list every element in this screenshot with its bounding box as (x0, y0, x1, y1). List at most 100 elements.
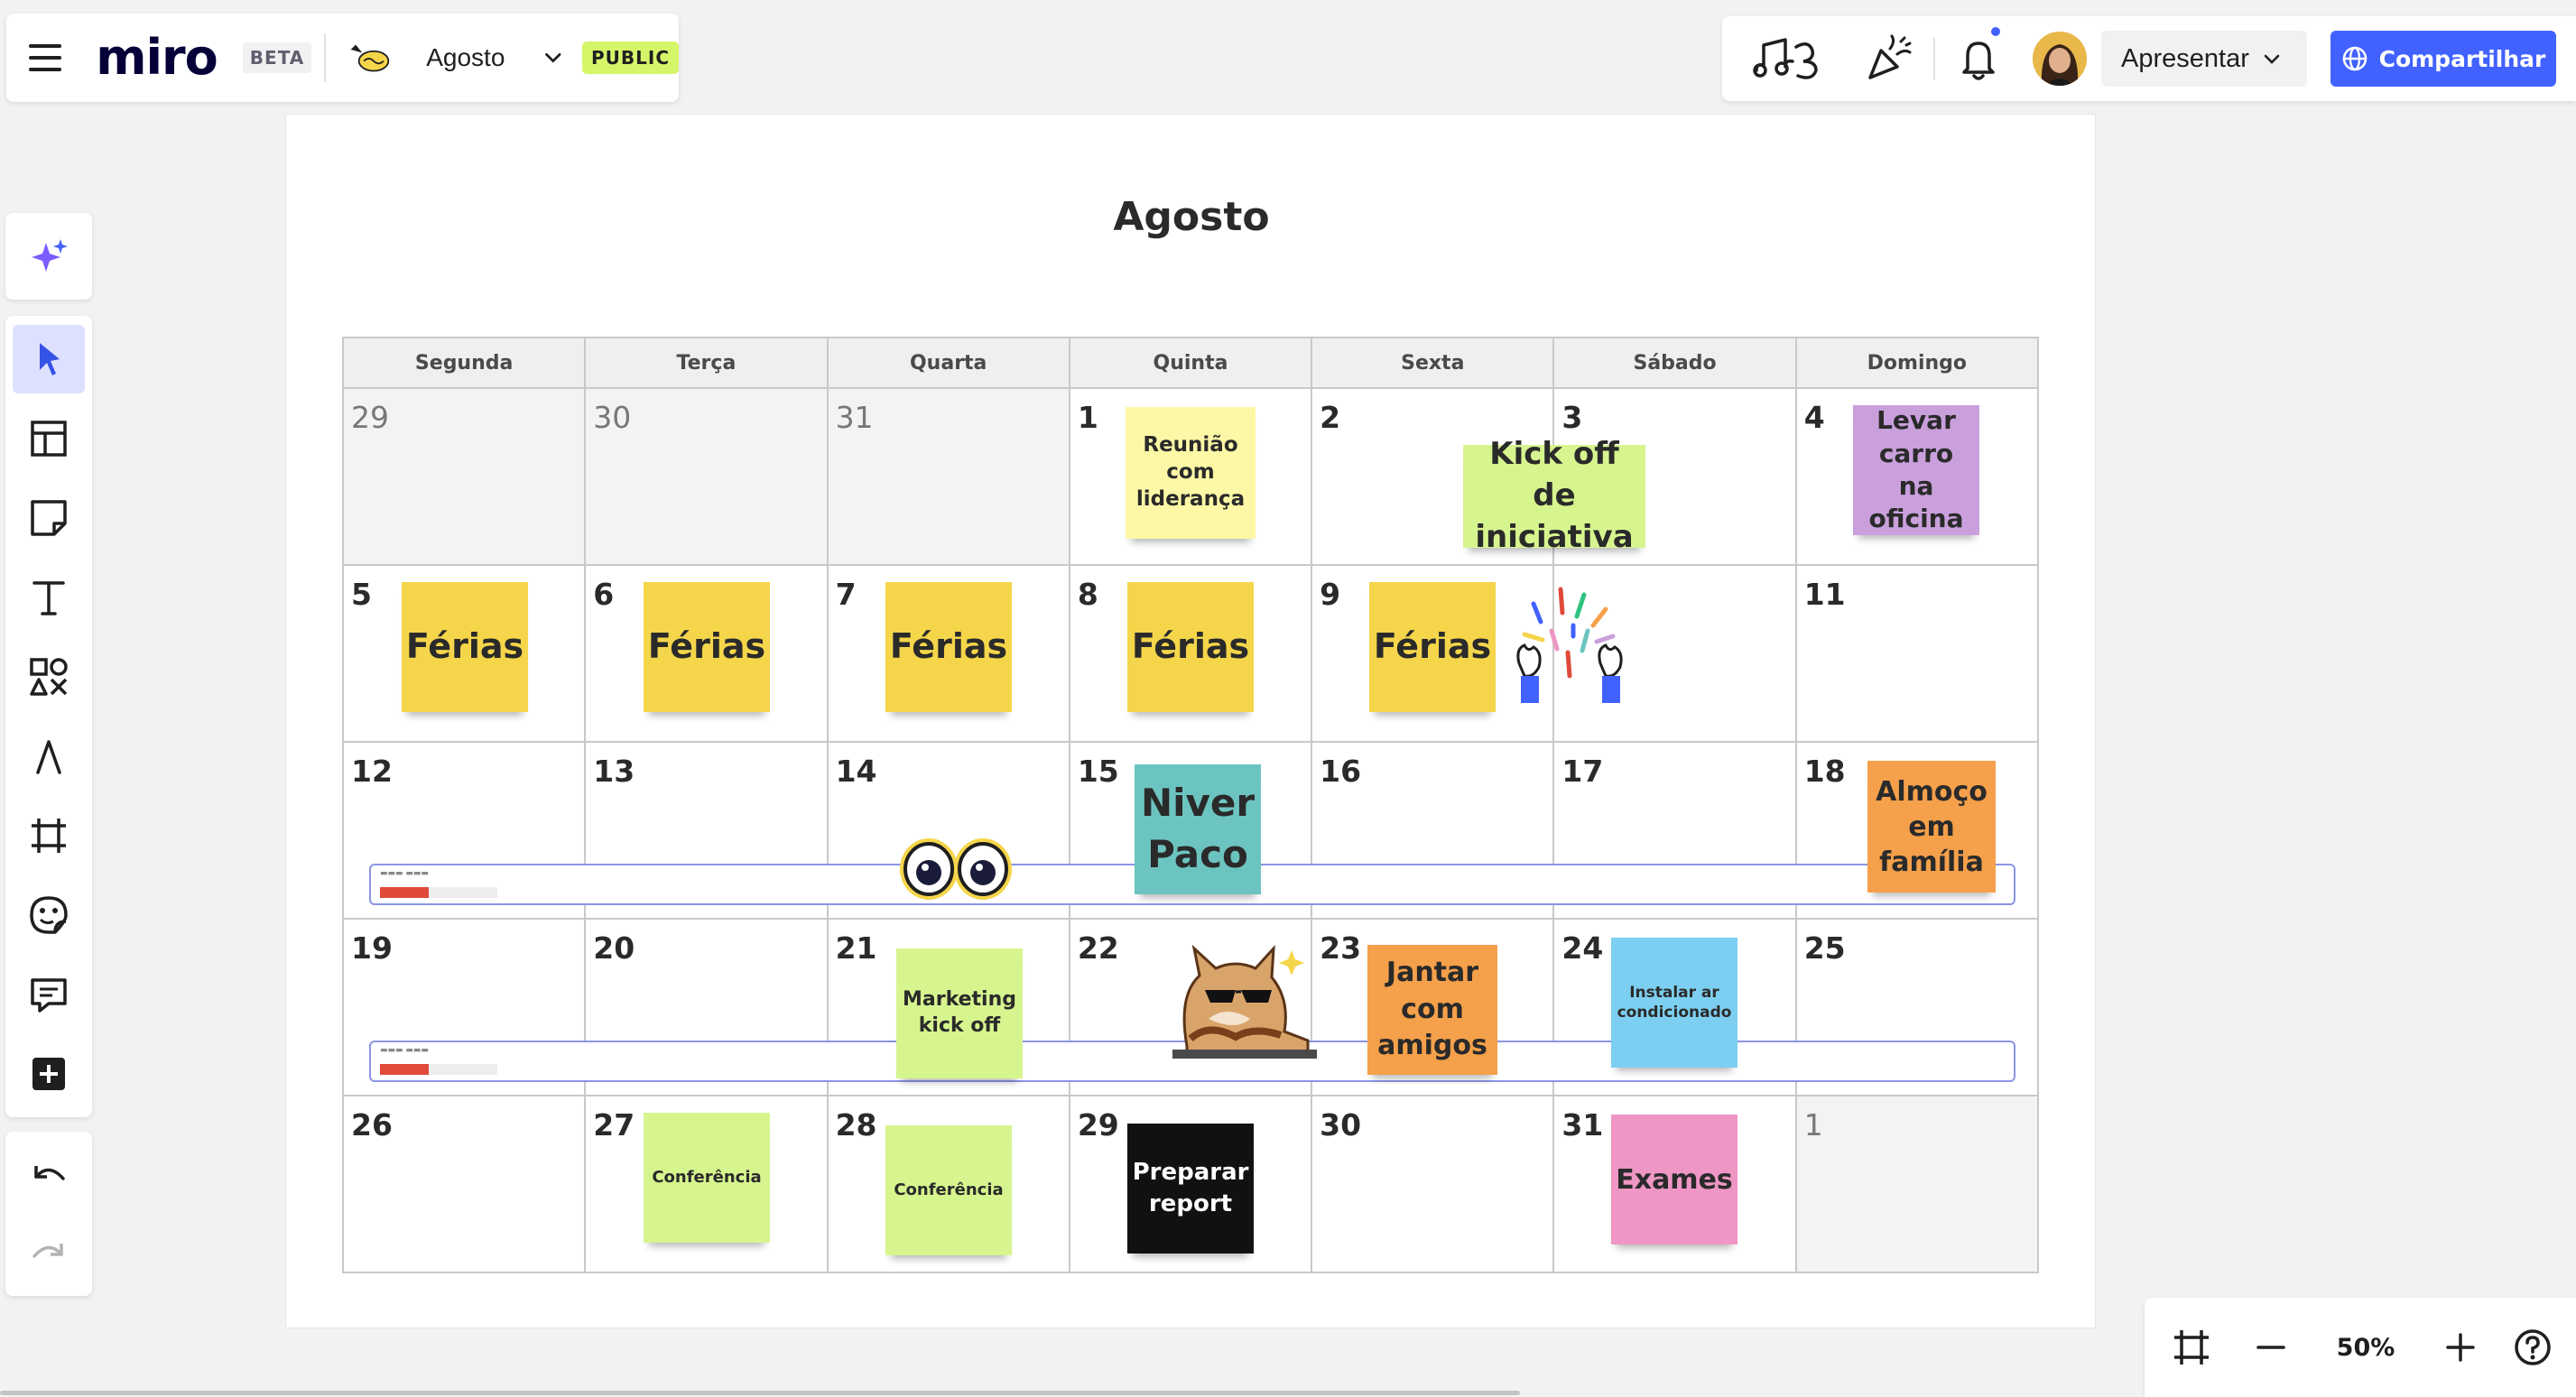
timeline-label: ▬▬▬ ▬▬▬ (380, 1046, 429, 1055)
calendar-frame[interactable]: Agosto Segunda Terça Quarta Quinta Sexta Sába… (285, 114, 2096, 1328)
horizontal-scrollbar[interactable] (0, 1391, 1520, 1395)
templates-icon[interactable] (13, 404, 85, 473)
cool-cat-sticker[interactable] (1172, 932, 1317, 1060)
sticky-note[interactable]: Férias (885, 582, 1012, 712)
day-number: 31 (835, 400, 874, 435)
day-number: 4 (1803, 400, 1825, 435)
chevron-down-icon (2264, 54, 2280, 64)
day-number: 12 (351, 754, 393, 789)
day-number: 30 (1320, 1107, 1362, 1143)
present-button[interactable]: Apresentar (2101, 31, 2307, 87)
day-number: 11 (1803, 577, 1846, 612)
ai-toolbar (5, 213, 92, 300)
sticky-note[interactable]: Férias (402, 582, 528, 712)
sticky-note[interactable]: Almoço em família (1867, 761, 1996, 893)
sticky-note[interactable]: Conferência (885, 1125, 1012, 1255)
day-number: 7 (835, 577, 857, 612)
sticky-note[interactable]: Exames (1611, 1115, 1737, 1244)
chevron-down-icon[interactable] (542, 46, 564, 69)
sticky-note[interactable]: Levar carro na oficina (1853, 405, 1979, 535)
calendar-day-cell[interactable]: 30 (1311, 1095, 1555, 1273)
sticky-note[interactable]: Preparar report (1127, 1124, 1254, 1254)
sticky-note[interactable]: Conferência (644, 1113, 770, 1243)
sticky-note[interactable]: Reunião com liderança (1126, 407, 1256, 539)
share-button[interactable]: Compartilhar (2330, 31, 2556, 87)
calendar-day-cell[interactable]: 30 (584, 387, 829, 566)
more-apps-icon[interactable] (13, 1040, 85, 1108)
stickers-icon[interactable] (13, 881, 85, 949)
help-icon[interactable] (2506, 1320, 2560, 1374)
zoom-level[interactable]: 50% (2316, 1320, 2415, 1374)
day-number: 3 (1561, 400, 1583, 435)
header-divider (324, 33, 327, 82)
main-menu-icon[interactable] (29, 44, 62, 71)
calendar-day-cell[interactable]: 11 (1794, 564, 2040, 743)
day-number: 1 (1077, 400, 1098, 435)
select-cursor-icon[interactable] (13, 325, 85, 393)
day-number: 2 (1320, 400, 1341, 435)
zoom-in-icon[interactable] (2433, 1320, 2488, 1374)
avatar[interactable] (2033, 32, 2087, 86)
weekday-header: Terça (584, 337, 829, 389)
zoom-out-icon[interactable] (2244, 1320, 2298, 1374)
redo-icon[interactable] (13, 1218, 85, 1287)
celebrate-icon[interactable] (1865, 34, 1912, 83)
board-name[interactable]: Agosto (426, 43, 505, 72)
pen-icon[interactable] (13, 722, 85, 791)
sticky-note[interactable]: Marketing kick off (896, 948, 1023, 1078)
frame-icon[interactable] (13, 801, 85, 870)
reactions-icon[interactable] (1749, 34, 1829, 83)
weekday-header: Segunda (341, 337, 587, 389)
day-number: 30 (593, 400, 632, 435)
day-number: 25 (1803, 930, 1846, 966)
notifications-icon[interactable] (1955, 34, 2002, 83)
beta-badge: BETA (242, 42, 312, 73)
zoom-controls: 50% (2145, 1298, 2576, 1397)
text-icon[interactable] (13, 563, 85, 632)
history-toolbar (5, 1132, 92, 1296)
day-number: 15 (1077, 754, 1119, 789)
sticky-note[interactable]: Férias (644, 582, 770, 712)
calendar-day-cell[interactable]: 26 (341, 1095, 587, 1273)
board-icon[interactable] (347, 40, 390, 76)
day-number: 29 (1077, 1107, 1119, 1143)
day-number: 19 (351, 930, 393, 966)
comment-icon[interactable] (13, 960, 85, 1029)
visibility-badge[interactable]: PUBLIC (581, 42, 679, 74)
day-number: 13 (593, 754, 635, 789)
undo-icon[interactable] (13, 1141, 85, 1209)
day-number: 14 (835, 754, 877, 789)
calendar-day-cell[interactable]: 1 (1794, 1095, 2040, 1273)
collaboration-bar: Apresentar Compartilhar (1722, 16, 2576, 101)
sticky-note[interactable]: Férias (1369, 582, 1496, 712)
calendar-day-cell[interactable]: 29 (341, 387, 587, 566)
creation-toolbar (5, 316, 92, 1117)
day-number: 9 (1320, 577, 1341, 612)
sticky-note[interactable]: Jantar com amigos (1367, 945, 1497, 1075)
day-number: 20 (593, 930, 635, 966)
ai-sparkle-icon[interactable] (13, 222, 85, 291)
sticky-note[interactable]: Instalar ar condicionado (1611, 938, 1737, 1068)
sticky-note-icon[interactable] (13, 484, 85, 552)
miro-logo[interactable]: miro (96, 33, 218, 82)
timeline-progress (380, 887, 497, 898)
calendar-day-cell[interactable]: 31 (826, 387, 1070, 566)
day-number: 6 (593, 577, 615, 612)
day-number: 22 (1077, 930, 1119, 966)
sticky-note[interactable]: Niver Paco (1135, 764, 1261, 894)
present-label: Apresentar (2121, 43, 2249, 73)
header-divider (1933, 38, 1935, 79)
day-number: 17 (1561, 754, 1604, 789)
sticky-note[interactable]: Kick off de iniciativa (1463, 436, 1645, 555)
day-number: 21 (835, 930, 877, 966)
weekday-header: Quinta (1068, 337, 1313, 389)
day-number: 28 (835, 1107, 877, 1143)
weekday-header: Domingo (1794, 337, 2040, 389)
googly-eyes-sticker[interactable] (896, 831, 1015, 903)
celebration-sticker[interactable] (1506, 577, 1633, 712)
sticky-note[interactable]: Férias (1127, 582, 1254, 712)
weekday-header: Sábado (1552, 337, 1797, 389)
shapes-icon[interactable] (13, 643, 85, 711)
fit-to-screen-icon[interactable] (2161, 1320, 2222, 1374)
day-number: 27 (593, 1107, 635, 1143)
